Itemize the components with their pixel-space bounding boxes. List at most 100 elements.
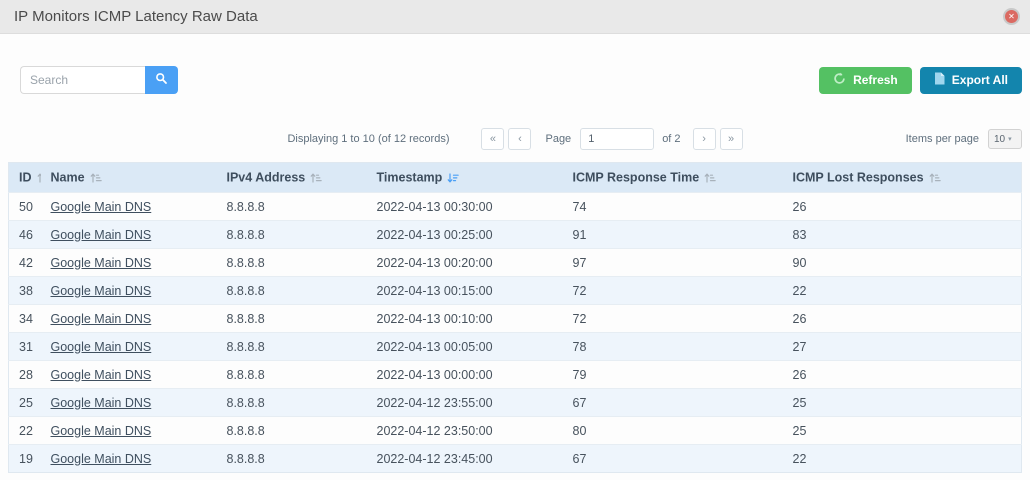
cell-id: 19: [9, 445, 41, 473]
cell-name: Google Main DNS: [41, 193, 217, 221]
cell-id: 50: [9, 193, 41, 221]
column-header-id[interactable]: ID: [9, 163, 41, 193]
cell-lost-responses: 26: [783, 193, 1022, 221]
cell-id: 25: [9, 389, 41, 417]
cell-id: 34: [9, 305, 41, 333]
table-row: 19 Google Main DNS 8.8.8.82022-04-12 23:45…: [9, 445, 1022, 473]
column-header-icmp_response_time[interactable]: ICMP Response Time: [563, 163, 783, 193]
monitor-link[interactable]: Google Main DNS: [51, 200, 152, 214]
column-label: IPv4 Address: [227, 171, 306, 185]
page-count-label: of 2: [662, 133, 680, 145]
cell-id: 31: [9, 333, 41, 361]
export-document-icon: [934, 72, 945, 88]
sort-icon: [310, 172, 322, 184]
table-row: 46Google Main DNS8.8.8.82022-04-13 00:25…: [9, 221, 1022, 249]
first-page-button[interactable]: «: [481, 128, 504, 150]
cell-name: Google Main DNS: [41, 389, 217, 417]
items-per-page-label: Items per page: [906, 133, 979, 145]
records-summary: Displaying 1 to 10 (of 12 records): [287, 133, 449, 145]
cell-ipv4: 8.8.8.8: [217, 305, 367, 333]
cell-ipv4: 8.8.8.8: [217, 361, 367, 389]
table-body: 50Google Main DNS8.8.8.82022-04-13 00:30…: [9, 193, 1022, 473]
search-input[interactable]: [20, 66, 145, 94]
cell-name: Google Main DNS: [41, 333, 217, 361]
column-header-ipv4[interactable]: IPv4 Address: [217, 163, 367, 193]
cell-ipv4: 8.8.8.8: [217, 249, 367, 277]
pagination-bar: Displaying 1 to 10 (of 12 records) « ‹ P…: [0, 127, 1030, 151]
pager: « ‹ Page of 2 › »: [481, 128, 742, 150]
refresh-button-label: Refresh: [853, 73, 898, 87]
monitor-link[interactable]: Google Main DNS: [51, 452, 152, 466]
monitor-link[interactable]: Google Main DNS: [51, 228, 152, 242]
monitor-link[interactable]: Google Main DNS: [51, 340, 152, 354]
column-header-icmp_lost_responses[interactable]: ICMP Lost Responses: [783, 163, 1022, 193]
column-label: Name: [51, 171, 85, 185]
table-row: 42Google Main DNS8.8.8.82022-04-13 00:20…: [9, 249, 1022, 277]
cell-ipv4: 8.8.8.8: [217, 445, 367, 473]
cell-response-time: 72: [563, 305, 783, 333]
cell-response-time: 91: [563, 221, 783, 249]
monitor-link[interactable]: Google Main DNS: [51, 284, 152, 298]
next-page-button[interactable]: ›: [693, 128, 716, 150]
column-label: ICMP Response Time: [573, 171, 700, 185]
cell-response-time: 74: [563, 193, 783, 221]
table-row: 38Google Main DNS8.8.8.82022-04-13 00:15…: [9, 277, 1022, 305]
monitor-link[interactable]: Google Main DNS: [51, 368, 152, 382]
sort-icon: [704, 172, 716, 184]
cell-timestamp: 2022-04-12 23:50:00: [367, 417, 563, 445]
table-row: 28Google Main DNS8.8.8.82022-04-13 00:00…: [9, 361, 1022, 389]
close-icon[interactable]: ✕: [1003, 8, 1020, 25]
cell-timestamp: 2022-04-13 00:05:00: [367, 333, 563, 361]
table-row: 34Google Main DNS8.8.8.82022-04-13 00:10…: [9, 305, 1022, 333]
toolbar: Refresh Export All: [20, 66, 1022, 94]
last-page-button[interactable]: »: [720, 128, 743, 150]
table-row: 22Google Main DNS8.8.8.82022-04-12 23:50…: [9, 417, 1022, 445]
cell-name: Google Main DNS: [41, 277, 217, 305]
cell-ipv4: 8.8.8.8: [217, 277, 367, 305]
cell-id: 38: [9, 277, 41, 305]
cell-ipv4: 8.8.8.8: [217, 417, 367, 445]
cell-response-time: 67: [563, 389, 783, 417]
cell-response-time: 78: [563, 333, 783, 361]
cell-name: Google Main DNS: [41, 249, 217, 277]
monitor-link[interactable]: Google Main DNS: [51, 312, 152, 326]
prev-page-button[interactable]: ‹: [508, 128, 531, 150]
cell-response-time: 67: [563, 445, 783, 473]
column-header-timestamp[interactable]: Timestamp: [367, 163, 563, 193]
action-buttons: Refresh Export All: [819, 67, 1022, 94]
cell-timestamp: 2022-04-12 23:45:00: [367, 445, 563, 473]
items-per-page-select[interactable]: 10 ▾: [988, 129, 1022, 149]
column-label: ID: [19, 171, 32, 185]
sort-icon: [929, 172, 941, 184]
table-header: ID Name IPv4 Address Timestamp ICMP Response…: [9, 163, 1022, 193]
cell-lost-responses: 26: [783, 361, 1022, 389]
cell-id: 46: [9, 221, 41, 249]
items-per-page-value: 10: [994, 134, 1005, 145]
data-table: ID Name IPv4 Address Timestamp ICMP Response…: [8, 162, 1022, 473]
sort-icon: [90, 172, 102, 184]
cell-ipv4: 8.8.8.8: [217, 333, 367, 361]
cell-timestamp: 2022-04-12 23:55:00: [367, 389, 563, 417]
page-title: IP Monitors ICMP Latency Raw Data: [14, 8, 258, 25]
search-button[interactable]: [145, 66, 178, 94]
cell-lost-responses: 25: [783, 389, 1022, 417]
column-header-name[interactable]: Name: [41, 163, 217, 193]
cell-name: Google Main DNS: [41, 445, 217, 473]
cell-timestamp: 2022-04-13 00:25:00: [367, 221, 563, 249]
cell-name: Google Main DNS: [41, 417, 217, 445]
column-label: Timestamp: [377, 171, 443, 185]
cell-timestamp: 2022-04-13 00:30:00: [367, 193, 563, 221]
cell-name: Google Main DNS: [41, 361, 217, 389]
cell-lost-responses: 22: [783, 445, 1022, 473]
monitor-link[interactable]: Google Main DNS: [51, 396, 152, 410]
cell-ipv4: 8.8.8.8: [217, 193, 367, 221]
monitor-link[interactable]: Google Main DNS: [51, 424, 152, 438]
table-row: 25Google Main DNS8.8.8.82022-04-12 23:55…: [9, 389, 1022, 417]
cell-lost-responses: 22: [783, 277, 1022, 305]
cell-timestamp: 2022-04-13 00:20:00: [367, 249, 563, 277]
export-all-button[interactable]: Export All: [920, 67, 1022, 94]
page-number-input[interactable]: [580, 128, 654, 150]
refresh-button[interactable]: Refresh: [819, 67, 912, 94]
column-label: ICMP Lost Responses: [793, 171, 924, 185]
monitor-link[interactable]: Google Main DNS: [51, 256, 152, 270]
